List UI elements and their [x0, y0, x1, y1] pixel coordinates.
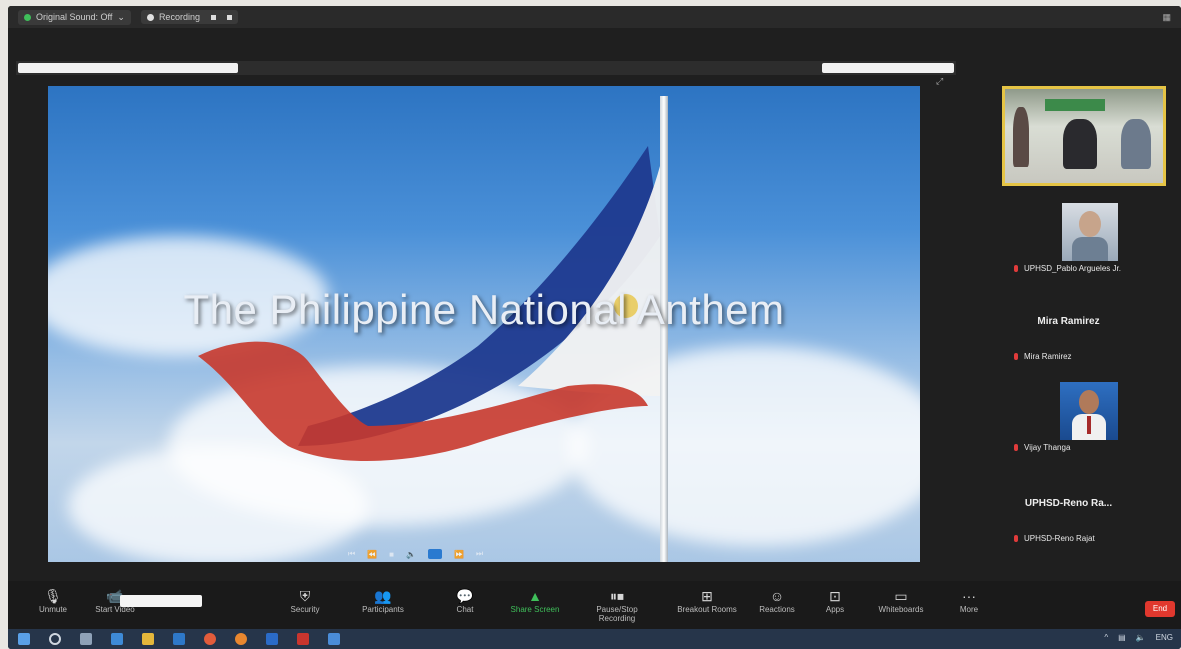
zoom-app-icon[interactable] [173, 633, 185, 645]
person [1013, 107, 1029, 167]
participants-button[interactable]: 👥 Participants [348, 587, 418, 614]
next-icon[interactable]: ⏭ [476, 549, 483, 559]
participants-icon: 👥 [374, 588, 392, 604]
rewind-icon[interactable]: ⏪ [367, 550, 377, 559]
recording-indicator[interactable]: Recording [140, 10, 238, 24]
muted-mic-icon [1014, 353, 1018, 361]
volume-icon[interactable]: 🔈 [406, 550, 416, 559]
participant-name-tile: Mira Ramirez [1037, 316, 1100, 327]
participant-label: UPHSD_Pablo Argueles Jr. [1014, 264, 1121, 273]
folder-icon[interactable] [142, 633, 154, 645]
firefox-icon[interactable] [235, 633, 247, 645]
network-icon[interactable]: ▤ [1118, 633, 1126, 642]
meeting-top-bar: Original Sound: Off ⌄ Recording ▦ [8, 6, 1181, 28]
anthem-title: The Philippine National Anthem [183, 286, 785, 333]
view-options-icon[interactable]: ▦ [1162, 12, 1171, 23]
record-icon: ⏸⏹ [610, 588, 624, 604]
view-options-button[interactable] [822, 63, 954, 73]
shield-icon: ⛨ [299, 588, 311, 604]
person [1121, 119, 1151, 169]
share-screen-button[interactable]: ▲ Share Screen [500, 587, 570, 614]
word-icon[interactable] [266, 633, 278, 645]
security-button[interactable]: ⛨ Security [270, 587, 340, 614]
more-icon: ··· [962, 588, 976, 604]
participant-label: Vijay Thanga [1014, 443, 1070, 452]
language-indicator[interactable]: ENG [1156, 633, 1173, 642]
sharing-notice [18, 63, 238, 73]
chevron-up-icon[interactable]: ^ [1104, 633, 1108, 642]
original-sound-label: Original Sound: Off [36, 12, 113, 22]
apps-button[interactable]: ⊡ Apps [800, 587, 870, 614]
person [1063, 119, 1097, 169]
muted-mic-icon [1014, 444, 1018, 452]
unmute-button[interactable]: 🎙 Unmute [18, 587, 88, 614]
edge-icon[interactable] [111, 633, 123, 645]
participant-label: Mira Ramirez [1014, 352, 1072, 361]
search-icon[interactable] [49, 633, 61, 645]
stop-recording-icon[interactable] [226, 14, 232, 20]
share-screen-icon: ▲ [528, 588, 542, 604]
task-view-icon[interactable] [80, 633, 92, 645]
chrome-icon[interactable] [204, 633, 216, 645]
system-tray: ^ ▤ 🔈 ENG [1104, 633, 1173, 642]
active-speaker-video[interactable] [1002, 86, 1166, 186]
play-pause-button[interactable] [427, 549, 442, 559]
volume-icon[interactable]: 🔈 [1136, 633, 1146, 642]
recording-dot-icon [146, 13, 154, 21]
muted-mic-icon [1014, 535, 1018, 543]
participant-gallery: UPHSD_Pablo Argueles Jr. Mira Ramirez Mi… [956, 66, 1181, 566]
stop-icon[interactable]: ■ [389, 550, 394, 559]
participant-label: UPHSD-Reno Rajat [1014, 534, 1095, 543]
sound-status-icon [24, 13, 31, 21]
chevron-down-icon: ⌄ [117, 11, 125, 22]
more-button[interactable]: ··· More [934, 587, 1004, 614]
expand-icon[interactable]: ⤢ [936, 76, 943, 87]
apps-icon: ⊡ [829, 588, 841, 604]
breakout-rooms-icon: ⊞ [701, 588, 713, 604]
zoom-window: Original Sound: Off ⌄ Recording ▦ ⤢ The … [8, 6, 1181, 649]
tooltip [120, 595, 202, 607]
recording-label: Recording [158, 12, 200, 22]
previous-icon[interactable]: ⏮ [348, 549, 355, 559]
forward-icon[interactable]: ⏩ [454, 550, 464, 559]
end-meeting-button[interactable]: End [1145, 601, 1175, 617]
chat-icon: 💬 [456, 588, 474, 604]
muted-mic-icon [1014, 265, 1018, 273]
app-icon[interactable] [328, 633, 340, 645]
chat-button[interactable]: 💬 Chat [430, 587, 500, 614]
video-player-controls: ⏮ ⏪ ■ 🔈 ⏩ ⏭ [348, 548, 598, 560]
pause-recording-icon[interactable] [210, 14, 216, 20]
microphone-icon: 🎙 [44, 588, 62, 604]
banner [1045, 99, 1105, 111]
powerpoint-icon[interactable] [297, 633, 309, 645]
whiteboards-button[interactable]: ▭ Whiteboards [866, 587, 936, 614]
share-toolbar [16, 61, 956, 75]
breakout-rooms-button[interactable]: ⊞ Breakout Rooms [672, 587, 742, 614]
whiteboard-icon: ▭ [894, 588, 908, 604]
windows-start-icon[interactable] [18, 633, 30, 645]
original-sound-toggle[interactable]: Original Sound: Off ⌄ [18, 9, 131, 25]
pause-stop-recording-button[interactable]: ⏸⏹ Pause/Stop Recording [582, 587, 652, 623]
participant-avatar [1060, 382, 1118, 440]
windows-taskbar: ^ ▤ 🔈 ENG [8, 629, 1181, 649]
participant-name-tile: UPHSD-Reno Ra... [1024, 498, 1113, 509]
shared-screen-video: The Philippine National Anthem ⏮ ⏪ ■ 🔈 ⏩… [48, 86, 920, 562]
participant-avatar [1062, 203, 1118, 261]
